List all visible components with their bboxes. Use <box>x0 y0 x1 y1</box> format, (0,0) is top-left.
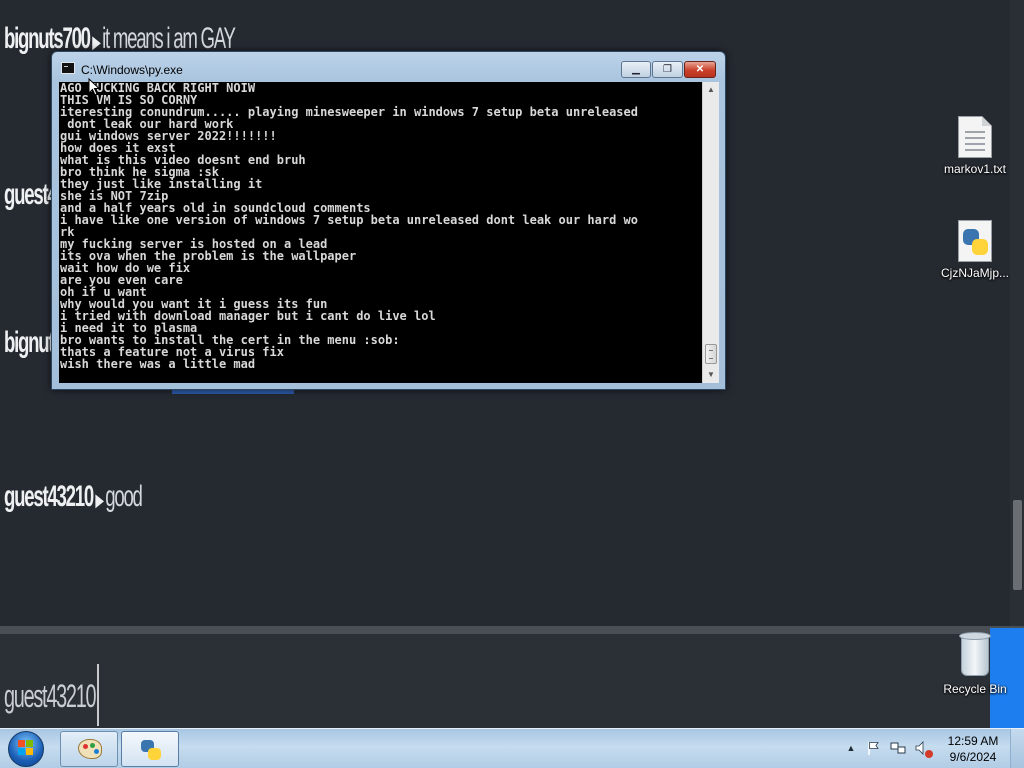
wallpaper-scrollbar <box>1010 0 1024 628</box>
taskbar-python-button[interactable] <box>121 731 179 767</box>
taskbar: ▲ 12:59 AM 9/6/2024 <box>0 728 1024 768</box>
show-hidden-icons-icon[interactable]: ▲ <box>843 740 859 756</box>
chat-arrow-icon: ▶ <box>92 32 101 52</box>
console-scrollbar[interactable]: ▲ ▼ <box>702 82 719 383</box>
chat-message: guest43210 ▶good <box>4 480 143 514</box>
clock-time: 12:59 AM <box>947 734 999 748</box>
system-clock[interactable]: 12:59 AM 9/6/2024 <box>942 733 1004 765</box>
minimize-button[interactable]: ▁ <box>621 61 651 78</box>
desktop-icon-label: markov1.txt <box>943 162 1006 176</box>
chat-arrow-icon: ▶ <box>95 490 104 510</box>
text-file-icon <box>958 116 992 158</box>
python-icon <box>139 739 163 761</box>
close-button[interactable]: ✕ <box>684 61 716 78</box>
volume-muted-icon[interactable] <box>914 740 933 758</box>
desktop-icon-recycle-bin[interactable]: Recycle Bin <box>935 632 1015 696</box>
recycle-bin-icon <box>957 632 993 678</box>
console-output[interactable]: AGO FUCKING BACK RIGHT NOIW THIS VM IS SO… <box>59 82 719 383</box>
console-window[interactable]: C:\Windows\py.exe ▁ ❐ ✕ AGO FUCKING BACK… <box>51 51 726 390</box>
console-line: wish there was a little mad <box>60 357 256 371</box>
scroll-thumb[interactable] <box>705 344 717 364</box>
mouse-cursor-icon <box>88 77 101 96</box>
start-button[interactable] <box>4 730 48 768</box>
taskbar-paint-button[interactable] <box>60 731 118 767</box>
window-title: C:\Windows\py.exe <box>81 63 183 77</box>
action-center-flag-icon[interactable] <box>866 740 882 756</box>
desktop-icon-markov[interactable]: markov1.txt <box>935 116 1015 176</box>
chat-username: guest43210 <box>4 480 94 513</box>
wallpaper-chat-input: guest43210 <box>0 634 1024 728</box>
console-line: are you even care <box>60 273 183 287</box>
desktop-icon-python-script[interactable]: CjzNJaMjp... <box>935 220 1015 280</box>
desktop-icon-label: Recycle Bin <box>943 682 1007 696</box>
chat-input-user: guest43210 <box>4 678 97 714</box>
scroll-up-icon[interactable]: ▲ <box>703 82 719 98</box>
console-app-icon[interactable] <box>61 62 75 74</box>
console-line: i have like one version of windows 7 set… <box>60 213 638 227</box>
scroll-down-icon[interactable]: ▼ <box>703 367 719 383</box>
paint-icon <box>78 739 102 759</box>
wallpaper-divider <box>0 626 1024 634</box>
window-titlebar[interactable]: C:\Windows\py.exe ▁ ❐ ✕ <box>52 52 725 82</box>
chat-input-caret <box>97 664 99 726</box>
maximize-button[interactable]: ❐ <box>652 61 683 78</box>
console-text: AGO FUCKING BACK RIGHT NOIW THIS VM IS SO… <box>60 82 700 383</box>
wallpaper-scroll-thumb <box>1013 500 1022 590</box>
python-file-icon <box>958 220 992 262</box>
network-icon[interactable] <box>890 740 906 756</box>
chat-text: good <box>105 480 143 513</box>
show-desktop-button[interactable] <box>1010 729 1024 768</box>
clock-date: 9/6/2024 <box>949 750 997 764</box>
desktop-icon-label: CjzNJaMjp... <box>940 266 1009 280</box>
